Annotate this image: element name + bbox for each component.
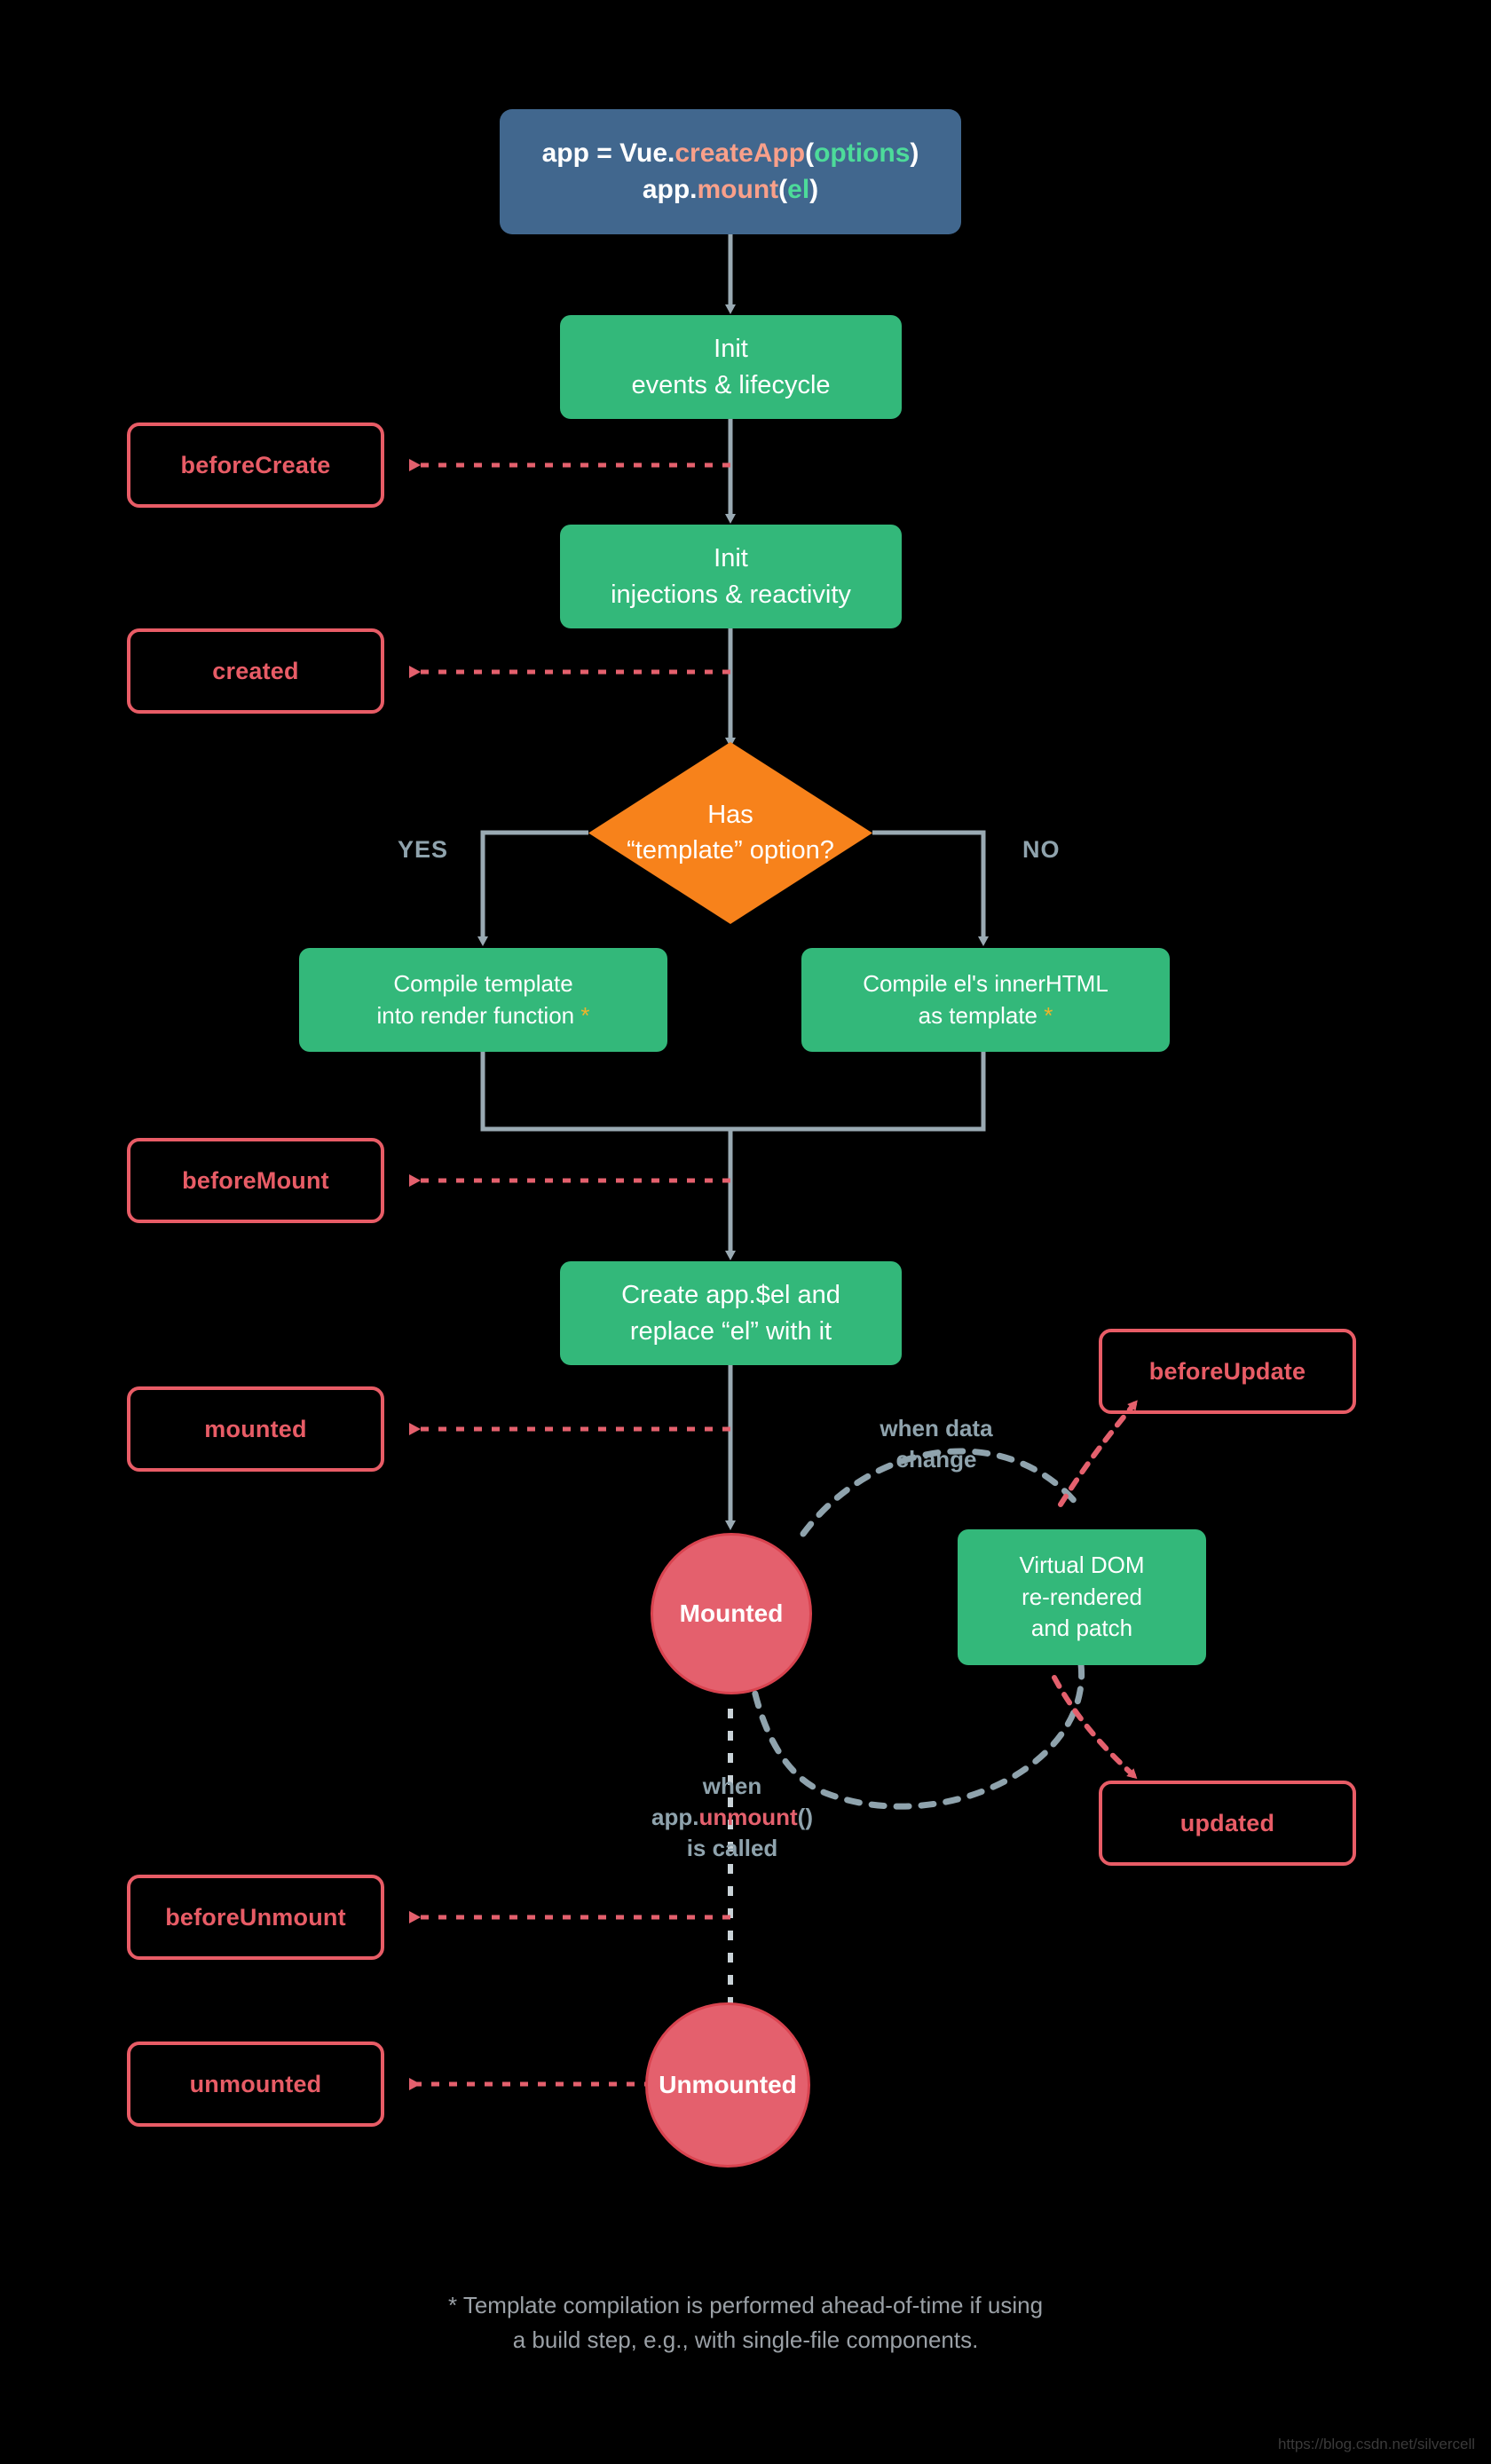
hook-created: created bbox=[127, 628, 384, 714]
process-init-injections-line1: Init bbox=[714, 544, 748, 573]
process-virtual-dom-line1: Virtual DOM bbox=[1019, 1551, 1145, 1578]
start-node-create-app: app = Vue.createApp(options) app.mount(e… bbox=[500, 109, 961, 234]
footnote-asterisk-marker: * bbox=[580, 1001, 590, 1029]
note-unmount-line2: app.unmount() bbox=[651, 1804, 813, 1831]
footnote-asterisk-marker-2: * bbox=[1044, 1001, 1053, 1029]
state-node-mounted: Mounted bbox=[651, 1533, 812, 1694]
branch-label-yes: YES bbox=[398, 836, 449, 863]
hook-updated: updated bbox=[1099, 1781, 1356, 1866]
hook-created-label: created bbox=[212, 657, 299, 684]
process-init-injections-line2: injections & reactivity bbox=[611, 580, 851, 609]
hook-before-update: beforeUpdate bbox=[1099, 1329, 1356, 1414]
process-virtual-dom: Virtual DOM re-rendered and patch bbox=[958, 1529, 1206, 1665]
branch-label-no: NO bbox=[1022, 836, 1061, 863]
process-create-el-line1: Create app.$el and bbox=[621, 1281, 840, 1310]
process-compile-template-line2: into render function * bbox=[376, 1001, 590, 1029]
footnote-line2: a build step, e.g., with single-file com… bbox=[512, 2326, 979, 2353]
decision-line1: Has bbox=[707, 801, 753, 830]
decision-has-template-option: Has “template” option? bbox=[588, 742, 872, 924]
note-unmount-line1: when bbox=[702, 1773, 762, 1799]
hook-mounted-label: mounted bbox=[204, 1415, 307, 1442]
process-init-events-line1: Init bbox=[714, 335, 748, 364]
process-compile-innerhtml-line2: as template * bbox=[918, 1001, 1053, 1029]
process-init-events: Init events & lifecycle bbox=[560, 315, 902, 419]
hook-before-unmount: beforeUnmount bbox=[127, 1875, 384, 1960]
state-node-mounted-label: Mounted bbox=[679, 1599, 784, 1627]
note-when-unmount-called: when app.unmount() is called bbox=[621, 1771, 843, 1864]
process-init-injections: Init injections & reactivity bbox=[560, 525, 902, 628]
process-compile-template: Compile template into render function * bbox=[299, 948, 667, 1052]
footnote-text: * Template compilation is performed ahea… bbox=[0, 2288, 1491, 2357]
hook-unmounted: unmounted bbox=[127, 2041, 384, 2127]
process-init-events-line2: events & lifecycle bbox=[631, 370, 831, 399]
state-node-unmounted-label: Unmounted bbox=[659, 2071, 797, 2098]
hook-before-unmount-label: beforeUnmount bbox=[165, 1903, 346, 1931]
process-virtual-dom-line3: and patch bbox=[1030, 1615, 1133, 1642]
hook-unmounted-label: unmounted bbox=[189, 2070, 322, 2097]
state-node-unmounted: Unmounted bbox=[645, 2002, 810, 2168]
process-create-el: Create app.$el and replace “el” with it bbox=[560, 1261, 902, 1365]
process-compile-template-line1: Compile template bbox=[393, 969, 573, 997]
lifecycle-diagram-canvas: app = Vue.createApp(options) app.mount(e… bbox=[0, 0, 1491, 2464]
note-when-data-change-line1: when data bbox=[880, 1415, 993, 1441]
note-unmount-line3: is called bbox=[686, 1835, 778, 1862]
hook-before-update-label: beforeUpdate bbox=[1148, 1357, 1306, 1385]
hook-before-create: beforeCreate bbox=[127, 423, 384, 508]
process-virtual-dom-line2: re-rendered bbox=[1022, 1583, 1142, 1610]
decision-label: Has “template” option? bbox=[588, 742, 872, 924]
hook-before-mount-label: beforeMount bbox=[182, 1166, 329, 1194]
hook-before-create-label: beforeCreate bbox=[180, 451, 331, 478]
note-when-data-change-line2: change bbox=[895, 1446, 977, 1473]
process-create-el-line2: replace “el” with it bbox=[629, 1316, 832, 1346]
process-compile-innerhtml-line1: Compile el's innerHTML bbox=[863, 969, 1108, 997]
source-watermark: https://blog.csdn.net/silvercell bbox=[1277, 2436, 1475, 2452]
decision-line2: “template” option? bbox=[627, 835, 834, 865]
hook-mounted: mounted bbox=[127, 1386, 384, 1472]
hook-updated-label: updated bbox=[1179, 1809, 1275, 1836]
process-compile-innerhtml: Compile el's innerHTML as template * bbox=[801, 948, 1170, 1052]
start-node-line1: app = Vue.createApp(options) bbox=[541, 138, 919, 168]
hook-before-mount: beforeMount bbox=[127, 1138, 384, 1223]
start-node-line2: app.mount(el) bbox=[642, 174, 819, 204]
footnote-line1: * Template compilation is performed ahea… bbox=[447, 2292, 1044, 2318]
note-when-data-change: when data change bbox=[861, 1413, 1012, 1475]
